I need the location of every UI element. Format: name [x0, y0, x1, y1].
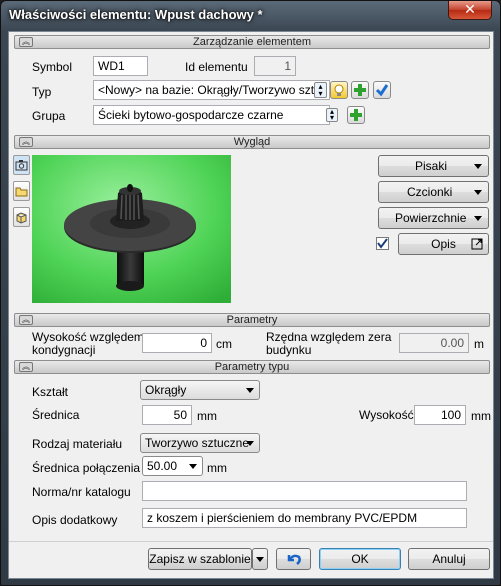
section-title: Parametry [226, 314, 278, 326]
symbol-input[interactable]: WD1 [93, 56, 148, 76]
shape-label: Kształt [32, 385, 69, 399]
dropdown-arrow-icon [246, 441, 254, 446]
section-appearance[interactable]: ︽ Wygląd [14, 135, 490, 149]
fonts-label: Czcionki [407, 185, 453, 199]
fonts-button[interactable]: Czcionki [378, 181, 489, 203]
dropdown-arrow-icon [474, 216, 482, 221]
dropdown-arrow-icon [246, 388, 254, 393]
diameter-input[interactable]: 50 [142, 405, 192, 425]
catalog-input[interactable] [142, 481, 467, 501]
tall-input[interactable]: 100 [414, 405, 466, 425]
save-template-button[interactable]: Zapisz w szablonie [148, 548, 252, 570]
surfaces-button[interactable]: Powierzchnie [378, 207, 489, 229]
open-window-icon [471, 238, 483, 250]
type-value: <Nowy> na bazie: Okrągły/Tworzywo sztuc [98, 83, 327, 97]
dropdown-arrow-icon [256, 557, 264, 562]
camera-view-button[interactable] [13, 155, 30, 175]
material-label: Rodzaj materiału [32, 437, 123, 451]
tall-unit: mm [471, 409, 491, 423]
pens-label: Pisaki [415, 159, 448, 173]
ordinate-label: Rzędna względem zera budynku [266, 331, 391, 357]
undo-button[interactable] [276, 548, 311, 570]
title-bar[interactable]: Właściwości elementu: Wpust dachowy * ✕ [1, 1, 500, 31]
extra-description-label: Opis dodatkowy [32, 513, 118, 527]
id-label: Id elementu [185, 60, 248, 74]
checkmark-icon [377, 238, 388, 249]
material-select[interactable]: Tworzywo sztuczne [140, 433, 260, 453]
type-combo[interactable]: <Nowy> na bazie: Okrągły/Tworzywo sztuc [93, 80, 330, 100]
plus-icon [350, 109, 362, 121]
section-type-parameters[interactable]: ︽ Parametry typu [14, 360, 490, 374]
height-input[interactable]: 0 [142, 333, 212, 353]
type-info-button[interactable] [330, 81, 348, 99]
diameter-label: Średnica [32, 408, 80, 422]
section-title: Wygląd [233, 136, 271, 148]
bulb-icon [334, 84, 344, 96]
extra-description-input[interactable]: z koszem i pierścieniem do membrany PVC/… [142, 508, 467, 528]
undo-icon [287, 554, 301, 565]
description-button[interactable]: Opis [398, 233, 489, 255]
element-preview [32, 155, 231, 303]
add-group-button[interactable] [347, 106, 365, 124]
dropdown-arrow-icon [474, 164, 482, 169]
group-spin-icon[interactable]: ▴ ▾ [326, 108, 338, 122]
camera-icon [15, 160, 28, 171]
dropdown-arrow-icon [189, 464, 197, 469]
description-label: Opis [431, 237, 456, 251]
window-title: Właściwości elementu: Wpust dachowy * [9, 7, 263, 22]
type-spin-icon[interactable]: ▴ ▾ [314, 82, 327, 98]
catalog-label: Norma/nr katalogu [32, 485, 131, 499]
height-label-line2: kondygnacji [32, 343, 96, 357]
section-title: Parametry typu [214, 361, 290, 373]
conn-diameter-select[interactable]: 50.00 [142, 456, 203, 476]
close-button[interactable]: ✕ [448, 1, 492, 20]
surfaces-label: Powierzchnie [395, 211, 467, 225]
description-checkbox[interactable] [376, 237, 389, 250]
height-unit: cm [216, 337, 232, 351]
flat-view-button[interactable] [13, 181, 30, 201]
cancel-button[interactable]: Anuluj [408, 548, 490, 570]
folder-icon [15, 187, 28, 197]
ordinate-unit: m [474, 337, 484, 351]
conn-diameter-label: Średnica połączenia [32, 461, 141, 475]
confirm-type-button[interactable] [373, 81, 391, 99]
dropdown-arrow-icon [474, 190, 482, 195]
group-combo[interactable]: Ścieki bytowo-gospodarcze czarne [93, 105, 330, 125]
height-label: Wysokość względem kondygnacji [32, 331, 144, 357]
material-value: Tworzywo sztuczne [145, 436, 250, 450]
ok-button[interactable]: OK [319, 548, 401, 570]
shape-value: Okrągły [145, 383, 187, 397]
type-label: Typ [32, 85, 52, 99]
properties-dialog: Właściwości elementu: Wpust dachowy * ✕ … [0, 0, 501, 586]
plus-icon [354, 84, 366, 96]
ordinate-input: 0.00 [399, 333, 469, 353]
footer-divider [9, 541, 493, 542]
checkmark-icon [375, 84, 389, 97]
roof-drain-preview [32, 155, 231, 303]
section-title: Zarządzanie elementem [192, 36, 311, 48]
section-management[interactable]: ︽ Zarządzanie elementem [14, 35, 490, 49]
pens-button[interactable]: Pisaki [378, 155, 489, 177]
conn-diameter-value: 50.00 [147, 459, 178, 473]
tall-label: Wysokość [359, 408, 414, 422]
diameter-unit: mm [197, 409, 217, 423]
id-input: 1 [254, 56, 296, 76]
conn-diameter-unit: mm [207, 461, 227, 475]
group-value: Ścieki bytowo-gospodarcze czarne [98, 108, 284, 122]
3d-view-button[interactable] [13, 207, 30, 227]
save-template-menu-button[interactable] [252, 548, 268, 570]
symbol-label: Symbol [32, 60, 73, 74]
add-type-button[interactable] [351, 81, 369, 99]
dialog-client: ︽ Zarządzanie elementem Symbol WD1 Id el… [8, 31, 494, 579]
ordinate-label-line2: budynku [266, 343, 312, 357]
shape-select[interactable]: Okrągły [140, 380, 260, 400]
section-parameters[interactable]: ︽ Parametry [14, 313, 490, 327]
group-label: Grupa [32, 109, 66, 123]
cube-icon [16, 212, 27, 224]
